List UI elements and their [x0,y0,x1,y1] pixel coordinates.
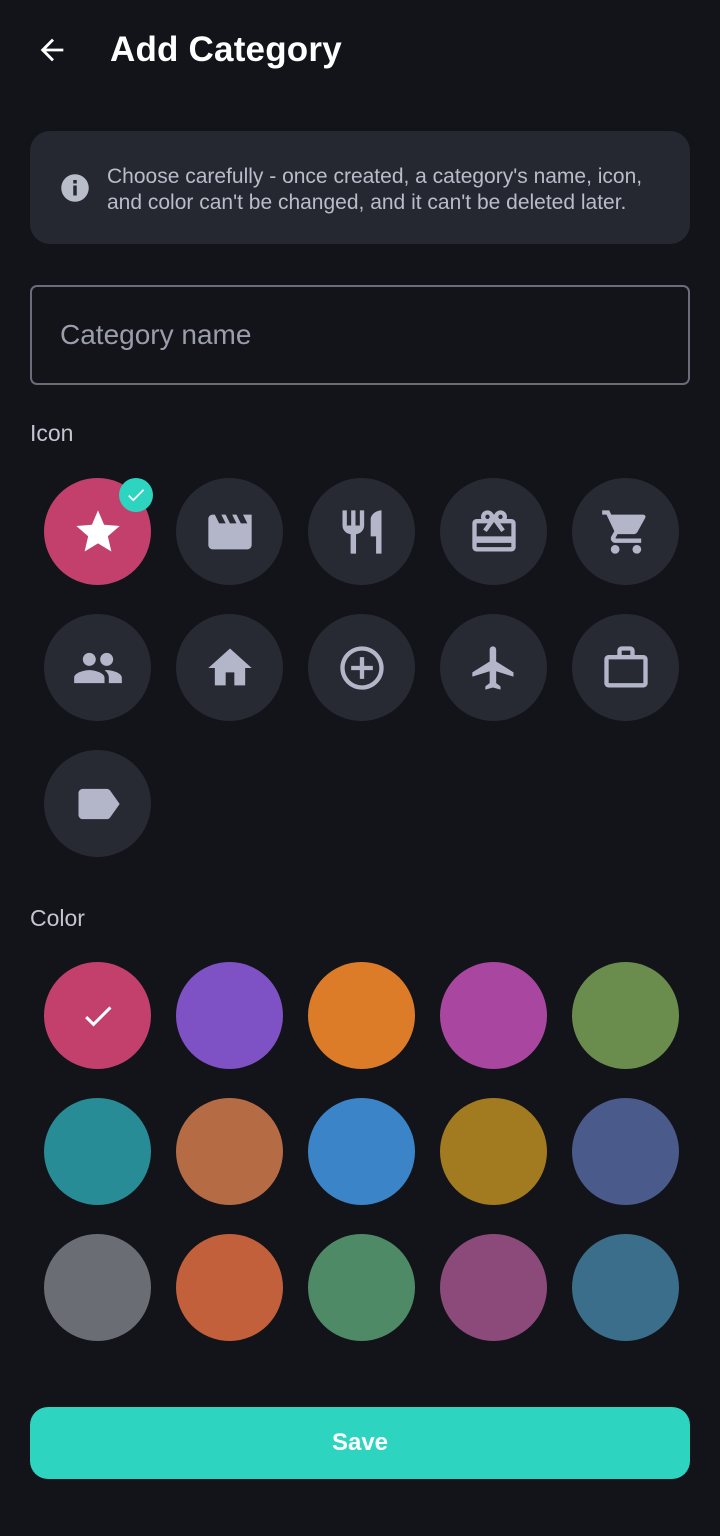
color-swatch[interactable] [176,1234,283,1341]
icon-option-label-tag[interactable] [44,750,151,857]
color-swatch[interactable] [440,1234,547,1341]
info-icon [61,174,89,202]
movie-clapper-icon [207,514,252,549]
icon-option-medical-plus[interactable] [308,614,415,721]
icon-option-briefcase[interactable] [572,614,679,721]
color-swatch[interactable] [44,962,151,1069]
category-name-input[interactable] [32,287,688,383]
shopping-cart-icon [601,509,646,554]
color-swatch[interactable] [176,1098,283,1205]
color-section-label: Color [30,905,85,931]
star-icon [75,509,120,551]
color-swatch[interactable] [440,962,547,1069]
arrow-left-icon [40,38,64,62]
icon-option-movie-clapper[interactable] [176,478,283,585]
icon-option-airplane[interactable] [440,614,547,721]
check-icon [128,489,145,502]
medical-plus-icon [339,645,384,690]
app-bar: Add Category [0,0,720,104]
category-name-field[interactable] [30,285,690,385]
color-swatch[interactable] [572,1098,679,1205]
color-swatch[interactable] [440,1098,547,1205]
people-icon [73,652,122,683]
color-swatch[interactable] [44,1098,151,1205]
color-swatch[interactable] [308,962,415,1069]
label-tag-icon [78,788,120,819]
icon-option-gift-card[interactable] [440,478,547,585]
icon-option-restaurant[interactable] [308,478,415,585]
info-banner: Choose carefully - once created, a categ… [30,131,690,244]
icon-option-home[interactable] [176,614,283,721]
back-button[interactable] [30,28,74,72]
info-text: Choose carefully - once created, a categ… [107,165,643,214]
briefcase-icon [603,645,648,687]
color-swatch[interactable] [308,1234,415,1341]
selected-check-badge [119,478,153,512]
icon-option-shopping-cart[interactable] [572,478,679,585]
icon-option-people[interactable] [44,614,151,721]
color-swatch[interactable] [176,962,283,1069]
color-swatch[interactable] [572,1234,679,1341]
save-button[interactable]: Save [30,1407,690,1479]
home-icon [207,648,252,685]
icon-option-star[interactable] [44,478,153,585]
color-swatch[interactable] [44,1234,151,1341]
gift-card-icon [471,509,516,551]
page-title: Add Category [110,30,342,69]
restaurant-icon [342,509,381,554]
color-swatch[interactable] [572,962,679,1069]
color-swatch[interactable] [308,1098,415,1205]
airplane-icon [471,645,513,690]
icon-section-label: Icon [30,420,74,446]
check-icon [84,1005,111,1026]
